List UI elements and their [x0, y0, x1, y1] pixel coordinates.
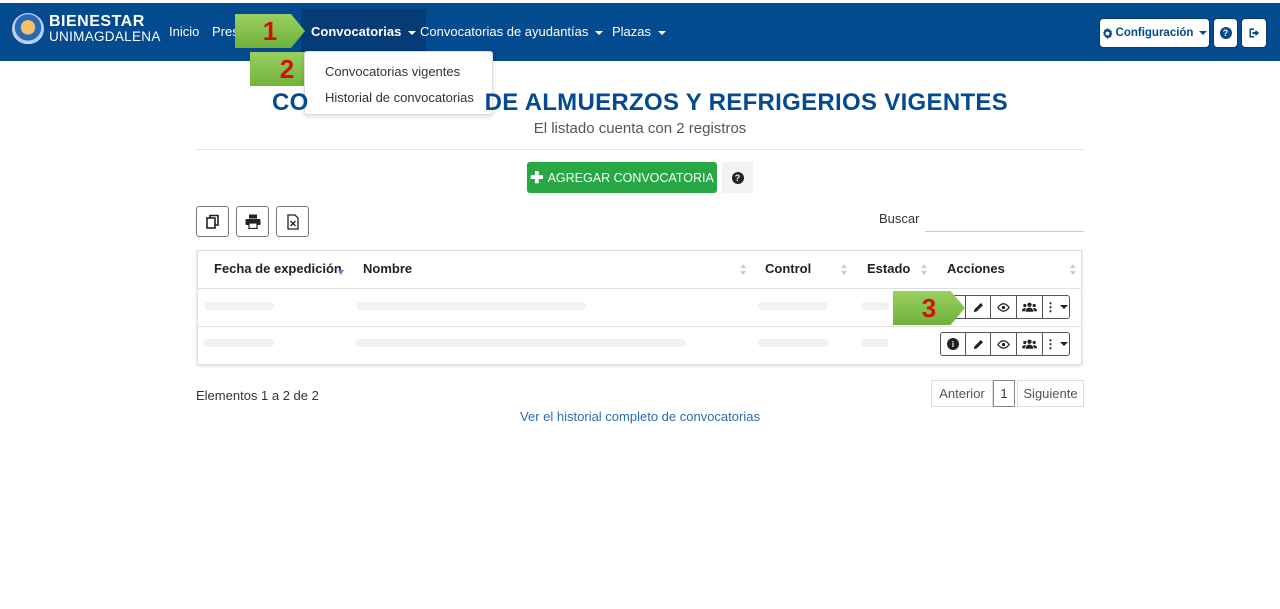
col-estado[interactable]: Estado: [867, 261, 910, 276]
edit-button[interactable]: [965, 295, 991, 319]
history-link: Ver el historial completo de convocatori…: [0, 409, 1280, 424]
nav-presupuestos[interactable]: Pres: [212, 3, 239, 61]
chevron-down-icon: [1199, 31, 1208, 35]
question-icon: ?: [1219, 27, 1232, 39]
page-title-start: CO: [271, 89, 309, 116]
users-icon: [1022, 302, 1037, 312]
excel-file-icon: [286, 213, 299, 230]
gear-icon: [1102, 27, 1113, 39]
chevron-down-icon: [408, 30, 417, 35]
info-icon: i: [947, 338, 959, 350]
nav-inicio[interactable]: Inicio: [169, 3, 199, 61]
header-divider: [198, 288, 1081, 289]
chevron-down-icon: [595, 30, 604, 35]
kebab-icon: ⋮: [1044, 337, 1057, 351]
brand[interactable]: BIENESTAR UNIMAGDALENA: [12, 13, 161, 45]
row-actions: i ⋮: [940, 332, 1070, 356]
col-nombre[interactable]: Nombre: [363, 261, 412, 276]
config-button-label: Configuración: [1115, 27, 1194, 39]
nav-convocatorias[interactable]: Convocatorias: [301, 9, 427, 55]
callout-step-1: 1: [235, 14, 305, 48]
plus-icon: ✚: [530, 169, 544, 187]
add-convocatoria-label: AGREGAR CONVOCATORIA: [547, 170, 714, 185]
help-button[interactable]: ?: [1213, 18, 1238, 48]
row-divider: [198, 326, 1081, 327]
copy-icon: [205, 214, 219, 229]
row-nombre-placeholder: [356, 339, 686, 347]
print-icon: [245, 214, 260, 229]
row-fecha-placeholder: [204, 339, 274, 347]
logout-icon: [1249, 28, 1260, 38]
nav-convocatorias-label: Convocatorias: [311, 24, 402, 39]
participants-button[interactable]: [1016, 332, 1043, 356]
view-button[interactable]: [990, 295, 1017, 319]
pagination-next[interactable]: Siguiente: [1017, 380, 1084, 407]
table-info: Elementos 1 a 2 de 2: [196, 388, 319, 403]
question-icon: ?: [731, 171, 744, 184]
page-subtitle: El listado cuenta con 2 registros: [533, 120, 747, 137]
chevron-down-icon: [1059, 305, 1068, 309]
nav-ayudantias-label: Convocatorias de ayudantías: [420, 24, 589, 39]
info-button[interactable]: i: [940, 332, 966, 356]
row-control-placeholder: [758, 302, 828, 310]
row-estado-placeholder: [861, 339, 889, 347]
university-logo-icon: [12, 13, 44, 45]
menu-item-convocatorias-vigentes[interactable]: Convocatorias vigentes: [325, 64, 460, 79]
search-input[interactable]: [925, 204, 1084, 232]
copy-button[interactable]: [196, 206, 229, 237]
page-title: CO DE ALMUERZOS Y REFRIGERIOS VIGENTES: [0, 89, 1280, 117]
print-button[interactable]: [236, 206, 269, 237]
view-button[interactable]: [990, 332, 1017, 356]
col-acciones: Acciones: [947, 261, 1005, 276]
sort-icon: [841, 264, 847, 276]
row-nombre-placeholder: [356, 302, 586, 310]
brand-subname: UNIMAGDALENA: [49, 29, 161, 44]
history-link-text[interactable]: Ver el historial completo de convocatori…: [520, 409, 760, 424]
divider: [196, 149, 1084, 150]
chevron-down-icon: [1059, 342, 1068, 346]
nav-plazas[interactable]: Plazas: [612, 3, 667, 61]
sort-desc-icon: [338, 270, 344, 275]
add-help-button[interactable]: ?: [722, 162, 753, 193]
callout-step-3: 3: [893, 291, 965, 325]
pagination-prev[interactable]: Anterior: [931, 380, 993, 407]
page-title-end: DE ALMUERZOS Y REFRIGERIOS VIGENTES: [484, 89, 1009, 116]
brand-name: BIENESTAR: [49, 13, 145, 30]
config-button[interactable]: Configuración: [1099, 18, 1210, 48]
logout-button[interactable]: [1241, 18, 1267, 48]
eye-icon: [997, 302, 1010, 312]
top-navbar: BIENESTAR UNIMAGDALENA Inicio Pres Convo…: [0, 3, 1280, 61]
row-estado-placeholder: [861, 302, 889, 310]
sort-icon: [921, 264, 927, 276]
eye-icon: [997, 339, 1010, 349]
edit-button[interactable]: [965, 332, 991, 356]
pagination-page-1[interactable]: 1: [993, 380, 1015, 407]
col-control[interactable]: Control: [765, 261, 811, 276]
pencil-icon: [973, 339, 983, 349]
sort-icon: [1070, 264, 1076, 276]
add-convocatoria-button[interactable]: ✚ AGREGAR CONVOCATORIA: [527, 162, 717, 193]
users-icon: [1022, 339, 1037, 349]
excel-export-button[interactable]: [276, 206, 309, 237]
row-control-placeholder: [758, 339, 828, 347]
nav-plazas-label: Plazas: [612, 24, 652, 39]
participants-button[interactable]: [1016, 295, 1043, 319]
sort-icon: [740, 264, 746, 276]
col-fecha-expedicion[interactable]: Fecha de expedición: [214, 261, 342, 276]
chevron-down-icon: [658, 30, 667, 35]
row-fecha-placeholder: [204, 302, 274, 310]
pencil-icon: [973, 302, 983, 312]
kebab-icon: ⋮: [1044, 300, 1057, 314]
more-options-button[interactable]: ⋮: [1042, 295, 1070, 319]
more-options-button[interactable]: ⋮: [1042, 332, 1070, 356]
search-label: Buscar: [879, 211, 920, 226]
